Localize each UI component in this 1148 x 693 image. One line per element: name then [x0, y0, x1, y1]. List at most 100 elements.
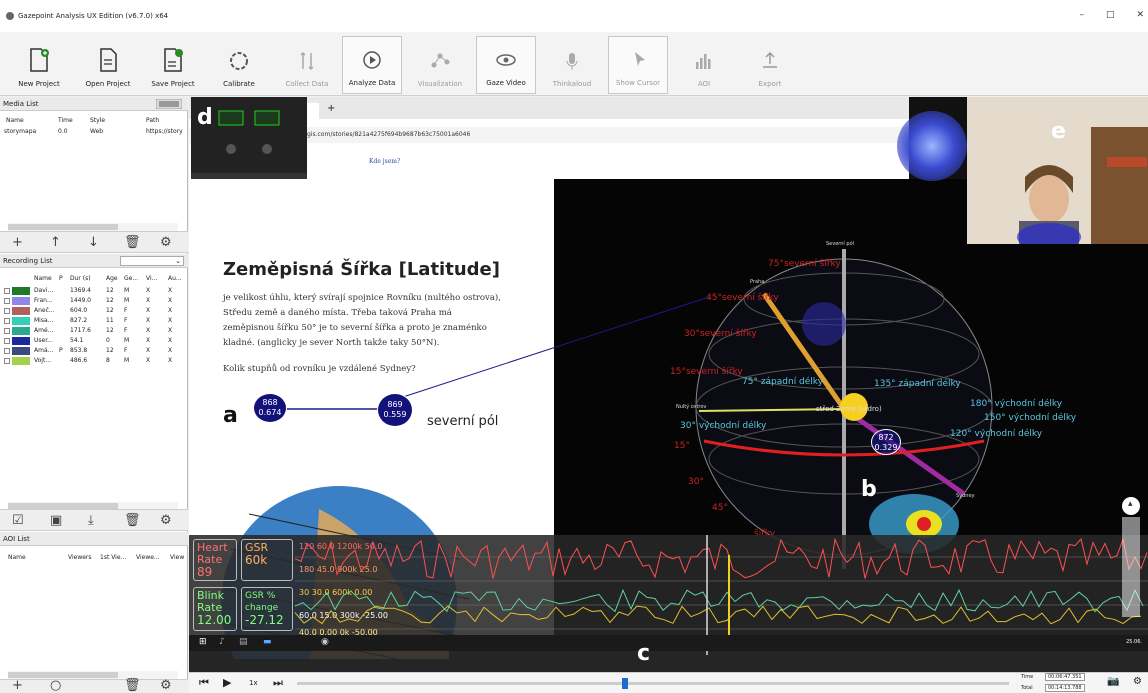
cursor-icon	[635, 52, 645, 66]
camera-icon[interactable]: 📷	[1107, 676, 1119, 687]
row-checkbox[interactable]	[4, 298, 10, 304]
settings-icon[interactable]: ⚙	[1133, 676, 1142, 687]
chrome-icon[interactable]: ◉	[321, 637, 329, 647]
gaze-video-button[interactable]: Gaze Video	[476, 36, 536, 94]
aoi-list-scrollbar[interactable]	[8, 671, 178, 679]
gaze-video-icon	[496, 54, 516, 66]
seek-thumb[interactable]	[621, 678, 628, 689]
refresh-icon[interactable]: ○	[50, 678, 61, 693]
color-swatch	[12, 287, 30, 295]
left-panel: Media List Name Time Style Path storymap…	[0, 97, 188, 693]
analyze-data-button[interactable]: Analyze Data	[342, 36, 402, 94]
color-swatch	[12, 307, 30, 315]
color-swatch	[12, 297, 30, 305]
time-field[interactable]: 00:06:47.351	[1045, 673, 1085, 681]
color-swatch	[12, 317, 30, 325]
row-checkbox[interactable]	[4, 308, 10, 314]
total-time-field: 00:14:13.788	[1045, 684, 1085, 692]
row-checkbox[interactable]	[4, 328, 10, 334]
open-project-icon	[100, 48, 117, 72]
thinkaloud-icon	[566, 53, 578, 70]
new-project-button[interactable]: New Project	[14, 36, 64, 94]
thinkaloud-button[interactable]: Thinkaloud	[546, 36, 598, 94]
row-checkbox[interactable]	[4, 318, 10, 324]
taskbar: ⊞ ♪ ▤ ▬ ◉ 25.06.	[189, 635, 1148, 651]
recording-filter-select[interactable]: ⌄	[120, 256, 184, 266]
taskbar-app-icon[interactable]: ▬	[263, 637, 272, 647]
gear-icon[interactable]: ⚙	[160, 513, 172, 528]
delete-icon[interactable]: 🗑	[124, 235, 141, 250]
page-heading: Zeměpisná Šířka [Latitude]	[223, 259, 500, 280]
export-button[interactable]: Export	[744, 36, 796, 94]
minimize-button[interactable]: –	[1079, 10, 1084, 20]
add-icon[interactable]: +	[12, 678, 23, 693]
edit-icon[interactable]: ☑	[12, 513, 24, 528]
calibrate-button[interactable]: Calibrate	[214, 36, 264, 94]
save-project-button[interactable]: Save Project	[148, 36, 198, 94]
taskbar-app-icon[interactable]: ▤	[239, 637, 248, 647]
aoi-button[interactable]: AOI	[678, 36, 730, 94]
move-down-icon[interactable]: ↓	[88, 235, 99, 250]
row-checkbox[interactable]	[4, 348, 10, 354]
zoom-controls[interactable]	[1122, 517, 1140, 617]
biometric-overlay: Heart Rate 89 GSR 60k Blink Rate 12.00 G…	[189, 535, 1148, 672]
download-icon[interactable]: ⤓	[88, 513, 94, 528]
taskbar-date: 25.06.	[1126, 639, 1142, 645]
calibrate-icon	[230, 52, 248, 70]
compass-icon[interactable]: ▴	[1122, 497, 1140, 515]
title-bar: Gazepoint Analysis UX Edition (v6.7.0) x…	[0, 0, 1148, 32]
details-icon[interactable]: ▣	[50, 513, 62, 528]
move-up-icon[interactable]: ↑	[50, 235, 61, 250]
menu-icon[interactable]	[156, 99, 182, 109]
close-button[interactable]: ✕	[1136, 10, 1144, 20]
globe-label: severní pól	[427, 414, 499, 429]
label-c: c	[637, 641, 651, 666]
nav-link[interactable]: Kde jsem?	[369, 158, 400, 165]
show-cursor-button[interactable]: Show Cursor	[608, 36, 668, 94]
speed-button[interactable]: 1x	[249, 679, 258, 687]
gear-icon[interactable]: ⚙	[160, 235, 172, 250]
main-toolbar: New Project Open Project Save Project Ca…	[0, 32, 1148, 96]
play-icon[interactable]: ▶	[223, 676, 231, 689]
gaze-point[interactable]: 869 0.559	[377, 393, 413, 427]
collect-data-button[interactable]: Collect Data	[280, 36, 334, 94]
label-e: e	[1051, 119, 1066, 144]
maximize-button[interactable]: □	[1106, 10, 1115, 20]
label-d: d	[197, 105, 213, 130]
playback-bar: ⏮ ▶ 1x ⏭ Time Total 00:06:47.351 00:14:1…	[189, 672, 1148, 693]
delete-icon[interactable]: 🗑	[124, 513, 141, 528]
chevron-down-icon: ⌄	[175, 257, 181, 265]
gaze-point[interactable]: 872 0.329	[871, 429, 901, 455]
color-swatch	[12, 327, 30, 335]
collect-data-icon	[300, 51, 314, 71]
open-project-button[interactable]: Open Project	[80, 36, 136, 94]
aoi-list-header: AOI List	[0, 532, 188, 546]
aoi-list-buttons: + ○ 🗑 ⚙	[0, 678, 188, 693]
row-checkbox[interactable]	[4, 338, 10, 344]
seek-bar[interactable]	[297, 678, 1009, 689]
media-list-scrollbar[interactable]	[8, 223, 178, 231]
color-swatch	[12, 357, 30, 365]
row-checkbox[interactable]	[4, 288, 10, 294]
recording-list-buttons: ☑ ▣ ⤓ 🗑 ⚙	[0, 509, 188, 531]
skip-forward-icon[interactable]: ⏭	[273, 676, 283, 690]
media-list-header: Media List	[0, 97, 188, 111]
color-swatch	[12, 347, 30, 355]
add-icon[interactable]: +	[12, 235, 23, 250]
new-project-icon	[30, 48, 49, 72]
new-tab-button[interactable]: +	[327, 103, 335, 114]
label-a: a	[223, 403, 238, 428]
row-checkbox[interactable]	[4, 358, 10, 364]
taskbar-app-icon[interactable]: ♪	[219, 637, 225, 647]
delete-icon[interactable]: 🗑	[124, 678, 141, 693]
gear-icon[interactable]: ⚙	[160, 678, 172, 693]
color-swatch	[12, 337, 30, 345]
recording-list-header: Recording List ⌄	[0, 254, 188, 268]
visualization-button[interactable]: Visualization	[410, 36, 470, 94]
windows-start-icon[interactable]: ⊞	[199, 637, 207, 647]
skip-back-icon[interactable]: ⏮	[199, 676, 209, 690]
analyze-data-icon	[363, 51, 381, 69]
media-list-buttons: + ↑ ↓ 🗑 ⚙	[0, 231, 188, 253]
address-bar[interactable]: gis.com/stories/821a4275f694b9687b63c750…	[307, 131, 470, 138]
gaze-point[interactable]: 868 0.674	[253, 393, 287, 423]
